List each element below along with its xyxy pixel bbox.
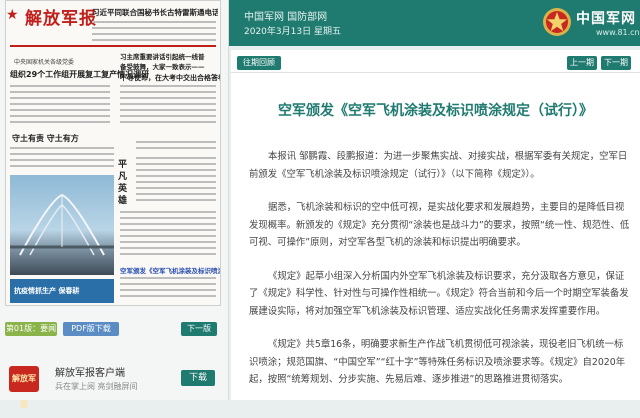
article-paragraph: 据悉，飞机涂装和标识的空中低可视，是实战化要求和发展趋势，主要目的是降低目视发现… (249, 202, 630, 248)
text-line (120, 223, 216, 225)
text-line (136, 175, 216, 177)
pdf-download-button[interactable]: PDF版下载 (63, 322, 119, 336)
text-line (136, 181, 216, 183)
vertical-headline[interactable]: 平凡英雄 (118, 159, 130, 207)
text-line (136, 199, 216, 201)
text-line (120, 85, 216, 87)
text-line (10, 147, 114, 149)
site-links[interactable]: 中国军网 国防部网 (244, 8, 327, 23)
text-line (10, 85, 110, 87)
text-line (136, 193, 216, 195)
text-line (120, 97, 216, 99)
article-title: 空军颁发《空军飞机涂装及标识喷涂规定（试行）》 (278, 103, 593, 119)
text-line (120, 109, 216, 111)
army-star-icon (543, 8, 571, 36)
text-line (120, 247, 216, 249)
text-line (10, 165, 114, 167)
text-line (10, 109, 110, 111)
article-paragraph: 本报讯 邹鹏霞、段鹏报道：为进一步聚焦实战、对接实战，根据军委有关规定，空军日前… (249, 151, 628, 180)
prev-issue-button[interactable]: 上一期 (567, 56, 597, 70)
text-line (10, 159, 114, 161)
text-line (136, 141, 216, 143)
app-download-button[interactable]: 下载 (181, 370, 215, 386)
text-line (120, 241, 216, 243)
masthead-rule (10, 45, 216, 47)
text-line (10, 103, 110, 105)
mid-headline[interactable]: 守土有责 守土有方 (12, 133, 79, 144)
text-line (120, 121, 216, 123)
issue-nav: 往期回顾 上一期 下一期 (231, 50, 640, 73)
text-line (92, 27, 216, 29)
bridge-photo-image (10, 193, 114, 256)
text-line (92, 33, 216, 35)
text-line (120, 283, 216, 285)
text-line (120, 91, 216, 93)
text-line (10, 97, 110, 99)
newspaper-front-page[interactable]: ★ 解放军报 习近平同联合国秘书长古特雷斯通电话 中央国家机关各级党委 组织29… (5, 0, 221, 306)
front-page-photo[interactable] (10, 175, 114, 275)
edition-button-row: 第01版：要闻 PDF版下载 下一版 (5, 322, 221, 336)
next-edition-button[interactable]: 下一版 (181, 322, 217, 336)
text-line (136, 169, 216, 171)
top-headline[interactable]: 习近平同联合国秘书长古特雷斯通电话 (92, 7, 218, 18)
left-panel: ★ 解放军报 习近平同联合国秘书长古特雷斯通电话 中央国家机关各级党委 组织29… (0, 0, 229, 409)
text-line (120, 295, 216, 297)
app-title[interactable]: 解放军报客户端 (55, 364, 125, 379)
past-issues-button[interactable]: 往期回顾 (237, 56, 281, 70)
text-line (136, 147, 216, 149)
app-icon[interactable]: 解放军报 (9, 366, 39, 409)
text-line (120, 229, 216, 231)
right-headline-1[interactable]: 习主席重要讲话引起统一线普 (120, 51, 205, 61)
text-line (136, 187, 216, 189)
text-line (136, 157, 216, 159)
text-line (120, 289, 216, 291)
article-paragraph: 《规定》起草小组深入分析国内外空军飞机涂装及标识要求，充分汲取各方意见，保证了《… (249, 270, 629, 317)
blue-caption-headline[interactable]: 空军颁发《空军飞机涂装及标识喷涂规定(试行)》 (120, 265, 220, 275)
text-line (120, 235, 216, 237)
text-line (120, 103, 216, 105)
text-line (136, 163, 216, 165)
text-line (120, 253, 216, 255)
text-line (120, 211, 216, 213)
front-page-ad[interactable]: 抗疫情抓生产 保春耕 (10, 279, 114, 303)
next-issue-button[interactable]: 下一期 (601, 56, 631, 70)
right-headline-3[interactable]: 不辱使命，在大考中交出合格答卷 (120, 73, 220, 83)
article-paragraph: 《规定》共5章16条，明确要求新生产作战飞机贯彻低可视涂装，现役老旧飞机统一标识… (249, 339, 626, 385)
logo-url: www.81.cn (596, 28, 640, 37)
article-body: 本报讯 邹鹏霞、段鹏报道：为进一步聚焦实战、对接实战，根据军委有关规定，空军日前… (249, 148, 631, 405)
article-panel: 往期回顾 上一期 下一期 空军颁发《空军飞机涂装及标识喷涂规定（试行）》 本报讯… (231, 50, 640, 400)
app-subtitle: 兵在掌上阅 亮剑融屏间 (55, 382, 138, 391)
logo-text: 中国军网 (576, 11, 636, 27)
text-line (120, 217, 216, 219)
text-line (10, 115, 110, 117)
section-label: 中央国家机关各级党委 (14, 59, 75, 66)
text-line (10, 91, 110, 93)
text-line (92, 39, 216, 41)
right-headline-2[interactable]: 备受鼓舞，大家一致表示—— (120, 61, 205, 71)
text-line (92, 21, 216, 23)
site-logo[interactable]: 中国军网 www.81.cn (540, 4, 640, 42)
edition-button[interactable]: 第01版：要闻 (5, 322, 57, 336)
text-line (120, 277, 216, 279)
text-line (120, 115, 216, 117)
app-promo: 解放军报 解放军报客户端 兵在掌上阅 亮剑融屏间 下载 (5, 364, 221, 409)
issue-date: 2020年3月13日 星期五 (244, 27, 341, 37)
text-line (10, 121, 110, 123)
text-line (10, 153, 114, 155)
